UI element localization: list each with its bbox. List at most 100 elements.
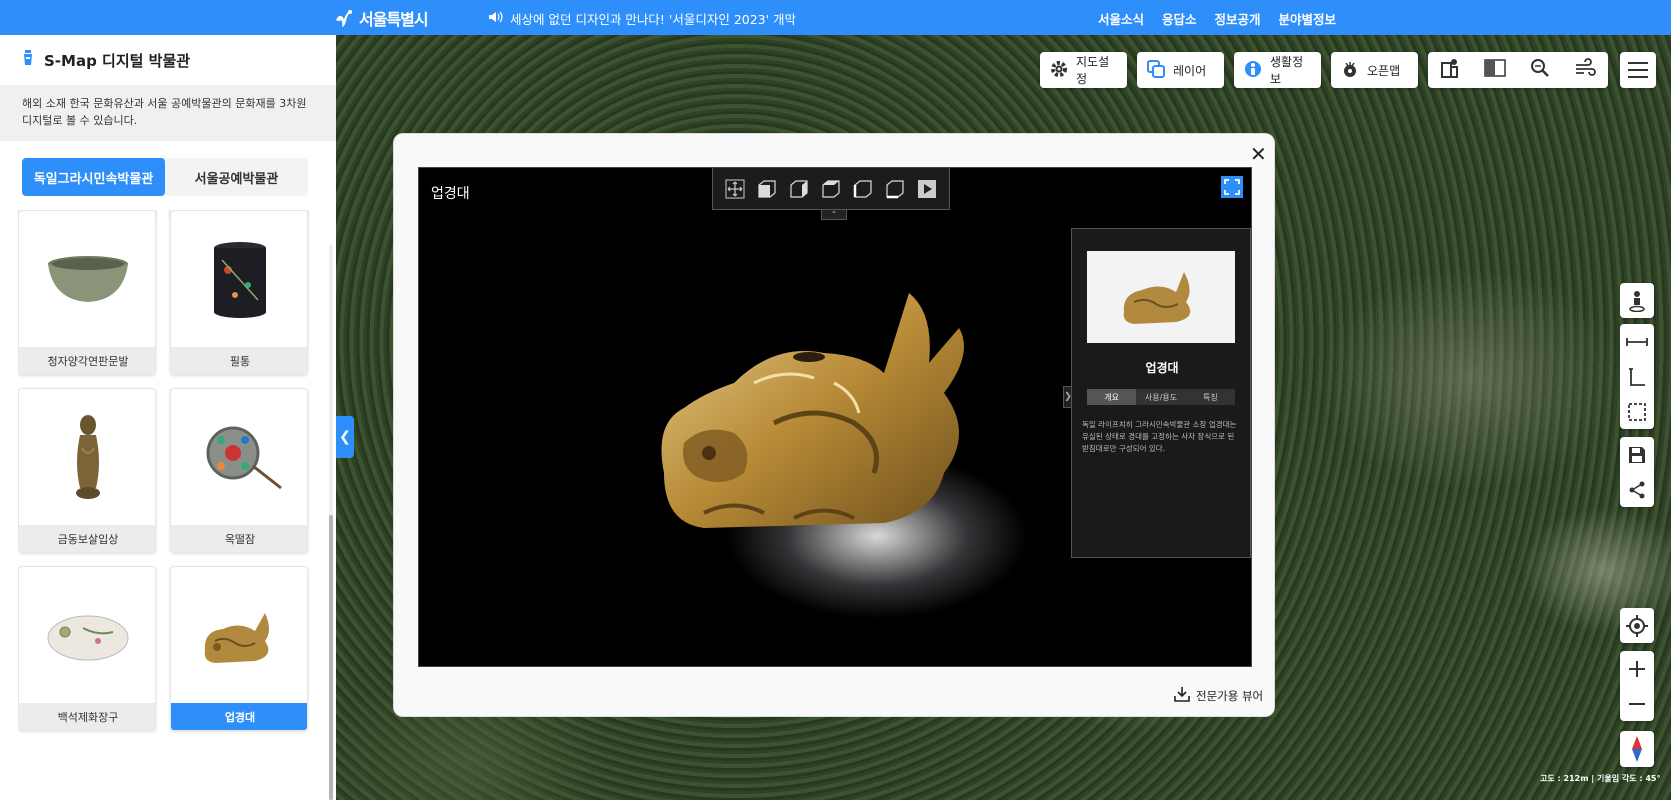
tab-seoul-craft-museum[interactable]: 서울공예박물관	[165, 158, 308, 196]
share-icon[interactable]	[1620, 472, 1654, 507]
area-measure-icon[interactable]	[1620, 394, 1654, 429]
3d-viewer-canvas[interactable]: 업경대 ⌃ ❯ 업경대 개요 사용/용도 특징 독일 라이프치히 그라시민속박물…	[418, 167, 1252, 667]
mirror-stand-3d-model[interactable]	[644, 273, 994, 547]
bodhisattva-statue-icon	[19, 389, 155, 526]
back-view-icon[interactable]	[788, 178, 810, 200]
viewer-title: 업경대	[431, 186, 470, 202]
artifact-card-selected[interactable]: 업경대	[170, 566, 308, 731]
front-view-icon[interactable]	[756, 178, 778, 200]
jade-hairpin-icon	[171, 389, 307, 526]
artifact-card[interactable]: 옥떨잠	[170, 388, 308, 553]
tab-grassi-museum[interactable]: 독일그라시민속박물관	[22, 158, 165, 196]
life-info-button[interactable]: 생활정보	[1234, 52, 1321, 88]
mirror-stand-icon	[171, 567, 307, 704]
artifact-card[interactable]: 백석제화장구	[18, 566, 156, 731]
artifact-label: 금동보살입상	[19, 525, 155, 552]
building-icon[interactable]	[1440, 58, 1460, 82]
map-settings-label: 지도설정	[1076, 55, 1110, 86]
top-bar: 서울특별시 세상에 없던 디자인과 만나다! '서울디자인 2023' 개막 서…	[0, 0, 1671, 35]
person-pin-icon[interactable]	[1620, 283, 1654, 318]
open-map-button[interactable]: 오픈맵	[1331, 52, 1418, 88]
panel-header: S-Map 디지털 박물관	[0, 35, 336, 85]
celadon-bowl-icon	[19, 211, 155, 348]
view-angle-toolbar	[712, 168, 950, 210]
seoul-logo[interactable]: 서울특별시	[333, 4, 429, 32]
menu-bar	[1628, 62, 1648, 64]
layers-button[interactable]: 레이어	[1137, 52, 1224, 88]
compass-icon[interactable]	[1620, 731, 1654, 766]
zoom-controls	[1620, 651, 1654, 721]
life-info-label: 생활정보	[1270, 55, 1304, 86]
save-share-tools	[1620, 437, 1654, 507]
artifact-label: 업경대	[171, 703, 307, 730]
nav-info-disclosure[interactable]: 정보공개	[1215, 9, 1261, 28]
search-zoom-icon[interactable]	[1530, 58, 1550, 82]
info-tabs: 개요 사용/용도 특징	[1087, 389, 1235, 405]
scrollbar-thumb[interactable]	[329, 515, 333, 800]
fit-view-icon[interactable]	[724, 178, 746, 200]
museum-tabs: 독일그라시민속박물관 서울공예박물관	[22, 158, 308, 196]
panel-scrollbar[interactable]	[329, 245, 333, 800]
artifact-card[interactable]: 필통	[170, 210, 308, 375]
close-icon[interactable]: ✕	[1250, 142, 1267, 166]
info-tab-features[interactable]: 특징	[1186, 389, 1235, 405]
panel-title: S-Map 디지털 박물관	[44, 51, 191, 70]
street-view-tool	[1620, 283, 1654, 318]
wind-icon[interactable]	[1574, 58, 1596, 82]
artifact-label: 옥떨잠	[171, 525, 307, 552]
seoul-logo-icon	[333, 7, 355, 29]
pro-viewer-button[interactable]: 전문가용 뷰어	[1174, 686, 1263, 705]
hamburger-menu-button[interactable]	[1620, 52, 1656, 88]
top-view-icon[interactable]	[884, 178, 906, 200]
gear-icon	[1050, 60, 1068, 81]
artifact-grid: 청자양각연판문발 필통 금동보살입상 옥떨잠 백석제화장구 업경대	[18, 210, 310, 755]
measure-tools	[1620, 324, 1654, 429]
digital-museum-panel: S-Map 디지털 박물관 해외 소재 한국 문화유산과 서울 공예박물관의 문…	[0, 35, 336, 800]
fullscreen-icon[interactable]	[1221, 176, 1243, 198]
map-tools-group	[1428, 52, 1608, 88]
info-tab-usage[interactable]: 사용/용도	[1136, 389, 1185, 405]
life-info-icon	[1244, 60, 1262, 81]
my-location-tool	[1620, 608, 1654, 643]
panel-description: 해외 소재 한국 문화유산과 서울 공예박물관의 문화재를 3차원 디지털로 볼…	[0, 85, 336, 141]
panel-collapse-button[interactable]: ❮	[336, 416, 354, 458]
menu-bar	[1628, 76, 1648, 78]
layers-label: 레이어	[1173, 63, 1207, 78]
toolbar-collapse-caret[interactable]: ⌃	[821, 210, 847, 220]
crosshair-icon[interactable]	[1620, 608, 1654, 643]
altitude-tilt-info: 고도 : 212m | 기울임 각도 : 45°	[1540, 774, 1661, 783]
artifact-3d-viewer-modal: ✕ 업경대 ⌃ ❯ 업경대 개요 사용/용도 특징 독일 라이프치히 그라시민속…	[393, 133, 1275, 717]
nav-seoul-news[interactable]: 서울소식	[1098, 9, 1144, 28]
play-rotation-icon[interactable]	[916, 178, 938, 200]
artifact-thumbnail	[1087, 251, 1235, 343]
notice-banner[interactable]: 세상에 없던 디자인과 만나다! '서울디자인 2023' 개막	[488, 9, 796, 28]
artifact-card[interactable]: 청자양각연판문발	[18, 210, 156, 375]
map-settings-button[interactable]: 지도설정	[1040, 52, 1127, 88]
zoom-out-icon[interactable]	[1620, 686, 1654, 721]
height-measure-icon[interactable]	[1620, 359, 1654, 394]
left-view-icon[interactable]	[820, 178, 842, 200]
open-map-icon	[1341, 60, 1359, 81]
artifact-card[interactable]: 금동보살입상	[18, 388, 156, 553]
artifact-label: 백석제화장구	[19, 703, 155, 730]
zoom-in-icon[interactable]	[1620, 651, 1654, 686]
menu-bar	[1628, 69, 1648, 71]
save-icon[interactable]	[1620, 437, 1654, 472]
speaker-icon	[488, 11, 504, 26]
brush-holder-icon	[171, 211, 307, 348]
nav-field-info[interactable]: 분야별정보	[1279, 9, 1337, 28]
info-tab-overview[interactable]: 개요	[1087, 389, 1137, 405]
layers-icon	[1147, 59, 1165, 81]
artifact-label: 청자양각연판문발	[19, 347, 155, 374]
open-map-label: 오픈맵	[1367, 63, 1401, 78]
right-view-icon[interactable]	[852, 178, 874, 200]
top-nav: 서울소식 응답소 정보공개 분야별정보	[1098, 9, 1336, 28]
chevron-left-icon: ❮	[339, 429, 351, 445]
distance-measure-icon[interactable]	[1620, 324, 1654, 359]
artifact-info-panel: 업경대 개요 사용/용도 특징 독일 라이프치히 그라시민속박물관 소장 업경대…	[1071, 228, 1251, 558]
notice-text: 세상에 없던 디자인과 만나다! '서울디자인 2023' 개막	[510, 12, 797, 27]
nav-response[interactable]: 응답소	[1162, 9, 1197, 28]
logo-text: 서울특별시	[359, 10, 429, 29]
split-view-icon[interactable]	[1484, 58, 1506, 82]
artifact-label: 필통	[171, 347, 307, 374]
